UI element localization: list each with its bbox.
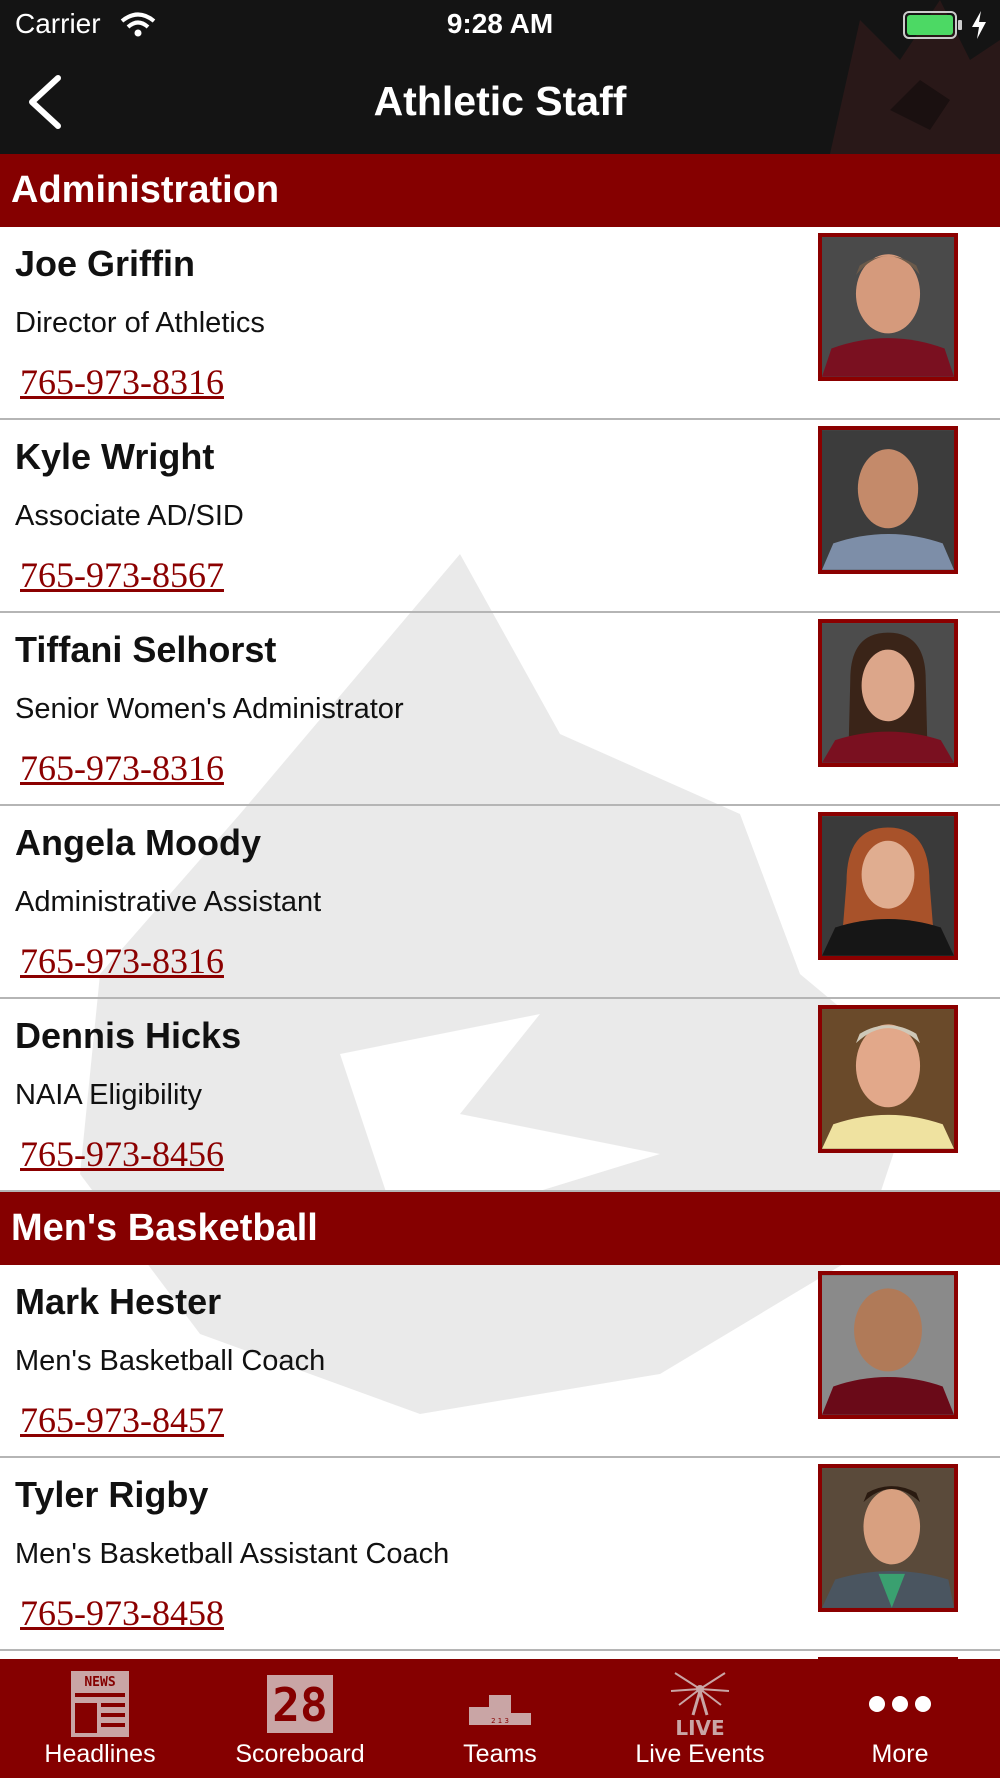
- charging-bolt-icon: [972, 11, 986, 39]
- battery-icon: [903, 11, 962, 39]
- staff-name: Tyler Rigby: [15, 1474, 209, 1515]
- staff-title: Men's Basketball Assistant Coach: [15, 1538, 450, 1570]
- staff-row[interactable]: Kyle Wright Associate AD/SID 765-973-856…: [0, 420, 1000, 613]
- scoreboard-icon: 28: [267, 1675, 333, 1733]
- tab-bar: NEWS Headlines 28 Scoreboard 2 1 3 Teams: [0, 1659, 1000, 1778]
- svg-text:2 1 3: 2 1 3: [491, 1717, 509, 1725]
- staff-photo: [818, 426, 958, 574]
- staff-title: Men's Basketball Coach: [15, 1345, 326, 1377]
- clock-label: 9:28 AM: [446, 8, 554, 39]
- staff-name: Angela Moody: [15, 822, 262, 863]
- staff-row[interactable]: Mark Hester Men's Basketball Coach 765-9…: [0, 1265, 1000, 1458]
- tab-teams[interactable]: 2 1 3 Teams: [400, 1659, 600, 1778]
- live-icon: LIVE: [670, 1672, 730, 1739]
- staff-row[interactable]: Angela Moody Administrative Assistant 76…: [0, 806, 1000, 999]
- staff-row[interactable]: Dennis Hicks NAIA Eligibility 765-973-84…: [0, 999, 1000, 1192]
- svg-text:NEWS: NEWS: [84, 1675, 115, 1690]
- tab-label: Live Events: [635, 1740, 765, 1768]
- staff-phone-link[interactable]: 765-973-8456: [20, 1133, 224, 1175]
- podium-icon: 2 1 3: [469, 1695, 531, 1725]
- staff-photo: [818, 233, 958, 381]
- tab-label: Scoreboard: [235, 1740, 365, 1768]
- staff-phone-link[interactable]: 765-973-8316: [20, 940, 224, 982]
- staff-phone-link[interactable]: 765-973-8316: [20, 361, 224, 403]
- tab-label: More: [871, 1740, 929, 1768]
- staff-row[interactable]: Tiffani Selhorst Senior Women's Administ…: [0, 613, 1000, 806]
- staff-photo: [818, 1464, 958, 1612]
- staff-phone-link[interactable]: 765-973-8316: [20, 747, 224, 789]
- staff-phone-link[interactable]: 765-973-8457: [20, 1399, 224, 1441]
- staff-title: NAIA Eligibility: [15, 1079, 202, 1111]
- tab-headlines[interactable]: NEWS Headlines: [0, 1659, 200, 1778]
- staff-name: Mark Hester: [15, 1281, 222, 1322]
- news-icon: NEWS: [71, 1671, 129, 1737]
- staff-photo: [818, 1271, 958, 1419]
- page-title: Athletic Staff: [373, 78, 627, 124]
- staff-name: Tiffani Selhorst: [15, 629, 277, 670]
- tab-label: Teams: [463, 1740, 537, 1768]
- section-header-mens-basketball: Men's Basketball: [0, 1192, 1000, 1265]
- more-dots-icon: [869, 1696, 931, 1712]
- staff-title: Senior Women's Administrator: [15, 693, 404, 725]
- navigation-header: Carrier 9:28 AM Athletic Staff: [0, 0, 1000, 154]
- staff-row-partial[interactable]: [0, 1651, 1000, 1659]
- staff-title: Administrative Assistant: [15, 886, 322, 918]
- tab-more[interactable]: More: [800, 1659, 1000, 1778]
- staff-photo: [818, 812, 958, 960]
- staff-photo: [818, 1005, 958, 1153]
- staff-title: Associate AD/SID: [15, 500, 244, 532]
- staff-title: Director of Athletics: [15, 307, 265, 339]
- staff-name: Kyle Wright: [15, 436, 215, 477]
- staff-row[interactable]: Joe Griffin Director of Athletics 765-97…: [0, 227, 1000, 420]
- svg-text:LIVE: LIVE: [675, 1716, 724, 1739]
- staff-name: Dennis Hicks: [15, 1015, 242, 1056]
- section-header-administration: Administration: [0, 154, 1000, 227]
- status-bar: Carrier 9:28 AM: [0, 0, 1000, 50]
- tab-live-events[interactable]: LIVE Live Events: [600, 1659, 800, 1778]
- tab-scoreboard[interactable]: 28 Scoreboard: [200, 1659, 400, 1778]
- staff-row[interactable]: Tyler Rigby Men's Basketball Assistant C…: [0, 1458, 1000, 1651]
- tab-label: Headlines: [44, 1740, 156, 1768]
- staff-phone-link[interactable]: 765-973-8567: [20, 554, 224, 596]
- staff-name: Joe Griffin: [15, 243, 196, 284]
- staff-list[interactable]: Administration Joe Griffin Director of A…: [0, 154, 1000, 1659]
- staff-phone-link[interactable]: 765-973-8458: [20, 1592, 224, 1634]
- svg-text:28: 28: [272, 1678, 327, 1732]
- staff-photo: [818, 619, 958, 767]
